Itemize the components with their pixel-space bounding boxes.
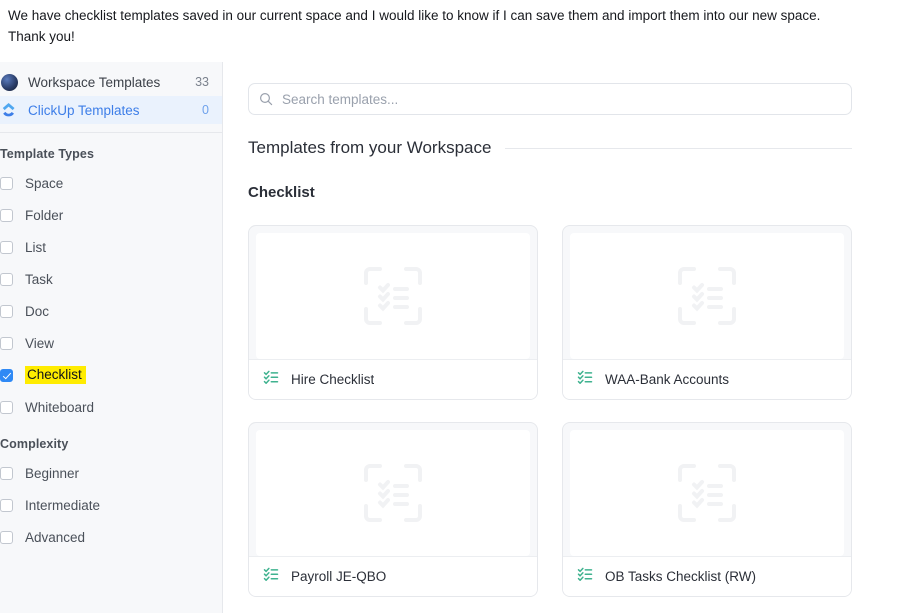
intro-line-1: We have checklist templates saved in our… (8, 8, 821, 23)
checklist-icon (263, 566, 279, 587)
template-thumbnail (570, 233, 844, 359)
section-title: Templates from your Workspace (248, 138, 492, 157)
filter-option-label: Doc (25, 303, 50, 319)
checkbox-list[interactable] (0, 240, 13, 254)
sidebar-item-label: Workspace Templates (28, 74, 161, 90)
sidebar-section-title-complexity: Complexity (0, 437, 69, 451)
checklist-icon (263, 369, 279, 390)
checklist-icon (577, 369, 593, 390)
filter-option-task[interactable]: Task (0, 263, 222, 295)
sidebar-nav-group: Workspace Templates 33 ClickUp Templates… (0, 62, 222, 124)
category-title-checklist: Checklist (248, 184, 315, 201)
filter-option-label: Intermediate (25, 497, 101, 513)
checkbox-intermediate[interactable] (0, 498, 13, 512)
filter-option-folder[interactable]: Folder (0, 199, 222, 231)
filter-option-label: Whiteboard (25, 399, 95, 415)
intro-line-2: Thank you! (8, 29, 75, 44)
checklist-scan-placeholder-icon (678, 267, 736, 325)
checkbox-doc[interactable] (0, 304, 13, 318)
checklist-scan-placeholder-icon (364, 267, 422, 325)
filter-option-label: Beginner (25, 465, 80, 481)
filter-option-label: View (25, 335, 55, 351)
checkbox-space[interactable] (0, 176, 13, 190)
sidebar-section-title-template-types: Template Types (0, 147, 95, 161)
filter-option-advanced[interactable]: Advanced (0, 521, 222, 553)
template-thumbnail (256, 430, 530, 556)
template-card-footer: WAA-Bank Accounts (563, 359, 851, 399)
templates-window: Workspace Templates 33 ClickUp Templates… (0, 62, 923, 613)
sidebar-item-label: ClickUp Templates (28, 102, 140, 118)
sidebar-item-count: 0 (202, 103, 209, 117)
filter-option-space[interactable]: Space (0, 167, 222, 199)
template-card-footer: Hire Checklist (249, 359, 537, 399)
filter-option-doc[interactable]: Doc (0, 295, 222, 327)
filter-option-label: Checklist (25, 366, 86, 384)
filter-option-label: Space (25, 175, 64, 191)
search-bar[interactable] (248, 83, 852, 115)
checkbox-task[interactable] (0, 272, 13, 286)
search-icon (259, 92, 273, 106)
template-card-grid: Hire Checklist WAA-Bank Accounts Payroll… (248, 225, 852, 597)
search-input[interactable] (282, 91, 841, 107)
filter-option-beginner[interactable]: Beginner (0, 457, 222, 489)
checkbox-checklist[interactable] (0, 368, 13, 382)
checkbox-view[interactable] (0, 336, 13, 350)
templates-sidebar: Workspace Templates 33 ClickUp Templates… (0, 62, 223, 613)
template-card-title: Payroll JE-QBO (291, 569, 387, 584)
template-card[interactable]: WAA-Bank Accounts (562, 225, 852, 400)
sidebar-item-workspace-templates[interactable]: Workspace Templates 33 (0, 68, 222, 96)
filter-option-label: Folder (25, 207, 64, 223)
template-thumbnail (570, 430, 844, 556)
templates-main-panel: Templates from your Workspace Checklist (223, 62, 923, 613)
filter-option-intermediate[interactable]: Intermediate (0, 489, 222, 521)
template-card[interactable]: Payroll JE-QBO (248, 422, 538, 597)
template-card-footer: Payroll JE-QBO (249, 556, 537, 596)
section-rule (505, 147, 852, 149)
filter-option-whiteboard[interactable]: Whiteboard (0, 391, 222, 423)
template-card-footer: OB Tasks Checklist (RW) (563, 556, 851, 596)
sidebar-item-count: 33 (195, 75, 209, 89)
filter-option-label: Advanced (25, 529, 86, 545)
checklist-icon (577, 566, 593, 587)
filter-option-checklist[interactable]: Checklist (0, 359, 222, 391)
checkbox-beginner[interactable] (0, 466, 13, 480)
workspace-templates-section-header: Templates from your Workspace (248, 138, 852, 158)
checklist-scan-placeholder-icon (364, 464, 422, 522)
template-card[interactable]: OB Tasks Checklist (RW) (562, 422, 852, 597)
avatar-icon (0, 73, 18, 91)
filter-option-label: Task (25, 271, 53, 287)
checklist-scan-placeholder-icon (678, 464, 736, 522)
filter-option-list[interactable]: List (0, 231, 222, 263)
clickup-logo-icon (0, 101, 18, 119)
template-card-title: Hire Checklist (291, 372, 375, 387)
template-thumbnail (256, 233, 530, 359)
checkbox-whiteboard[interactable] (0, 400, 13, 414)
template-card-title: OB Tasks Checklist (RW) (605, 569, 757, 584)
template-card-title: WAA-Bank Accounts (605, 372, 730, 387)
intro-question-text: We have checklist templates saved in our… (8, 5, 908, 47)
filter-option-view[interactable]: View (0, 327, 222, 359)
checkbox-folder[interactable] (0, 208, 13, 222)
template-card[interactable]: Hire Checklist (248, 225, 538, 400)
filter-option-label: List (25, 239, 47, 255)
checkbox-advanced[interactable] (0, 530, 13, 544)
sidebar-item-clickup-templates[interactable]: ClickUp Templates 0 (0, 96, 222, 124)
